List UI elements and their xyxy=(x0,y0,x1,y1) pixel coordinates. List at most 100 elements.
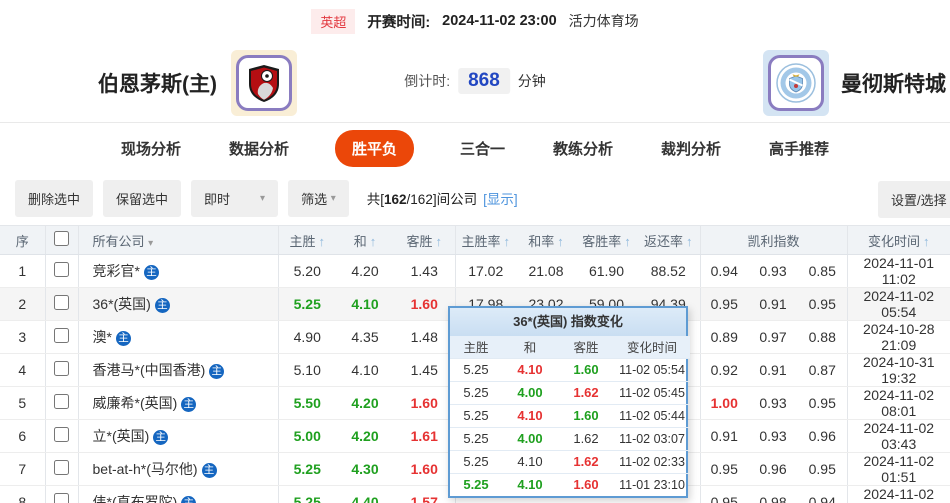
home-odds: 5.10 xyxy=(278,354,336,387)
change-time: 2024-11-02 05:54 xyxy=(847,288,950,321)
tab-win-draw-lose[interactable]: 胜平负 xyxy=(335,130,414,167)
home-team-crest xyxy=(231,50,297,116)
company-cell[interactable]: 伟*(直布罗陀)主 xyxy=(78,486,278,503)
chevron-down-icon: ▾ xyxy=(331,193,336,204)
popup-draw-odds: 4.00 xyxy=(502,381,558,404)
change-time: 2024-11-02 03:43 xyxy=(847,420,950,453)
col-draw-rate[interactable]: 和率↑ xyxy=(516,226,576,255)
company-cell[interactable]: 威廉希*(英国)主 xyxy=(78,387,278,420)
popup-row: 5.254.101.6011-01 23:10 xyxy=(450,473,690,496)
col-away-rate[interactable]: 客胜率↑ xyxy=(576,226,637,255)
popup-away-odds: 1.62 xyxy=(558,381,614,404)
kelly-away: 0.85 xyxy=(798,255,847,288)
show-link[interactable]: [显示] xyxy=(483,192,518,207)
away-odds: 1.57 xyxy=(394,486,455,503)
kickoff-time: 2024-11-02 23:00 xyxy=(442,13,557,29)
tab-three-in-one[interactable]: 三合一 xyxy=(458,130,507,167)
row-seq: 4 xyxy=(0,354,45,387)
company-name: 36*(英国) xyxy=(93,296,151,312)
host-company-badge-icon: 主 xyxy=(144,265,159,280)
tab-expert-picks[interactable]: 高手推荐 xyxy=(767,130,831,167)
host-company-badge-icon: 主 xyxy=(209,364,224,379)
company-name: bet-at-h*(马尔他) xyxy=(93,461,198,477)
popup-title: 36*(英国) 指数变化 xyxy=(450,308,686,336)
table-row[interactable]: 1竞彩官*主5.204.201.4317.0221.0861.9088.520.… xyxy=(0,255,950,288)
away-team-crest xyxy=(763,50,829,116)
odds-change-popup: 36*(英国) 指数变化 主胜 和 客胜 变化时间 5.254.101.6011… xyxy=(448,306,688,498)
col-away-win[interactable]: 客胜↑ xyxy=(394,226,455,255)
home-odds: 5.50 xyxy=(278,387,336,420)
popup-away-odds: 1.60 xyxy=(558,358,614,381)
company-cell[interactable]: 竞彩官*主 xyxy=(78,255,278,288)
popup-draw-odds: 4.10 xyxy=(502,404,558,427)
company-cell[interactable]: 立*(英国)主 xyxy=(78,420,278,453)
company-cell[interactable]: 澳*主 xyxy=(78,321,278,354)
popup-col-time: 变化时间 xyxy=(614,336,690,358)
home-odds: 5.00 xyxy=(278,420,336,453)
kelly-draw: 0.97 xyxy=(748,321,798,354)
delete-selected-button[interactable]: 删除选中 xyxy=(15,180,93,217)
popup-home-odds: 5.25 xyxy=(450,381,502,404)
col-seq: 序 xyxy=(0,226,45,255)
company-cell[interactable]: 36*(英国)主 xyxy=(78,288,278,321)
col-return-rate[interactable]: 返还率↑ xyxy=(637,226,700,255)
away-team: 曼彻斯特城 xyxy=(763,50,946,116)
row-select xyxy=(45,288,78,321)
popup-col-home: 主胜 xyxy=(450,336,502,358)
filter-select[interactable]: 筛选 ▾ xyxy=(288,180,349,217)
kelly-home: 0.91 xyxy=(700,420,748,453)
countdown-label: 倒计时: xyxy=(404,71,450,91)
keep-selected-button[interactable]: 保留选中 xyxy=(103,180,181,217)
row-checkbox[interactable] xyxy=(54,295,69,310)
instant-odds-select[interactable]: 即时 ▾ xyxy=(191,180,278,217)
popup-change-time: 11-02 05:54 xyxy=(614,358,690,381)
col-home-win[interactable]: 主胜↑ xyxy=(278,226,336,255)
company-cell[interactable]: bet-at-h*(马尔他) 主 xyxy=(78,453,278,486)
row-checkbox[interactable] xyxy=(54,328,69,343)
team-banner: 伯恩茅斯(主) 倒计时: 868 分钟 xyxy=(0,42,950,123)
kelly-home: 0.92 xyxy=(700,354,748,387)
col-change-time[interactable]: 变化时间↑ xyxy=(847,226,950,255)
row-checkbox[interactable] xyxy=(54,361,69,376)
company-name: 立*(英国) xyxy=(93,428,150,444)
col-company[interactable]: 所有公司 ▾ xyxy=(78,226,278,255)
venue-name: 活力体育场 xyxy=(569,11,639,31)
sort-asc-icon: ↑ xyxy=(557,234,564,249)
row-select xyxy=(45,354,78,387)
home-team: 伯恩茅斯(主) xyxy=(98,50,297,116)
col-draw[interactable]: 和↑ xyxy=(336,226,394,255)
row-checkbox[interactable] xyxy=(54,493,69,503)
kelly-away: 0.95 xyxy=(798,387,847,420)
kelly-away: 0.87 xyxy=(798,354,847,387)
tab-referee-analysis[interactable]: 裁判分析 xyxy=(659,130,723,167)
popup-row: 5.254.101.6211-02 02:33 xyxy=(450,450,690,473)
settings-button[interactable]: 设置/选择 xyxy=(878,181,950,218)
odds-page: 英超 开赛时间: 2024-11-02 23:00 活力体育场 伯恩茅斯(主) xyxy=(0,0,950,503)
kelly-away: 0.95 xyxy=(798,288,847,321)
row-checkbox[interactable] xyxy=(54,394,69,409)
select-all-checkbox[interactable] xyxy=(54,231,69,246)
league-badge[interactable]: 英超 xyxy=(311,9,355,34)
kelly-away: 0.94 xyxy=(798,486,847,503)
away-odds: 1.60 xyxy=(394,387,455,420)
col-home-rate[interactable]: 主胜率↑ xyxy=(455,226,516,255)
chevron-down-icon: ▾ xyxy=(260,193,265,204)
tab-coach-analysis[interactable]: 教练分析 xyxy=(551,130,615,167)
row-checkbox[interactable] xyxy=(54,262,69,277)
popup-draw-odds: 4.10 xyxy=(502,358,558,381)
popup-away-odds: 1.62 xyxy=(558,427,614,450)
popup-change-time: 11-01 23:10 xyxy=(614,473,690,496)
tab-data-analysis[interactable]: 数据分析 xyxy=(227,130,291,167)
kelly-home: 0.89 xyxy=(700,321,748,354)
host-company-badge-icon: 主 xyxy=(202,463,217,478)
sort-asc-icon: ↑ xyxy=(436,234,443,249)
row-checkbox[interactable] xyxy=(54,460,69,475)
row-select xyxy=(45,255,78,288)
company-cell[interactable]: 香港马*(中国香港)主 xyxy=(78,354,278,387)
tab-live-analysis[interactable]: 现场分析 xyxy=(119,130,183,167)
popup-col-away: 客胜 xyxy=(558,336,614,358)
draw-odds: 4.20 xyxy=(336,387,394,420)
row-checkbox[interactable] xyxy=(54,427,69,442)
sort-asc-icon: ↑ xyxy=(370,234,377,249)
row-seq: 3 xyxy=(0,321,45,354)
